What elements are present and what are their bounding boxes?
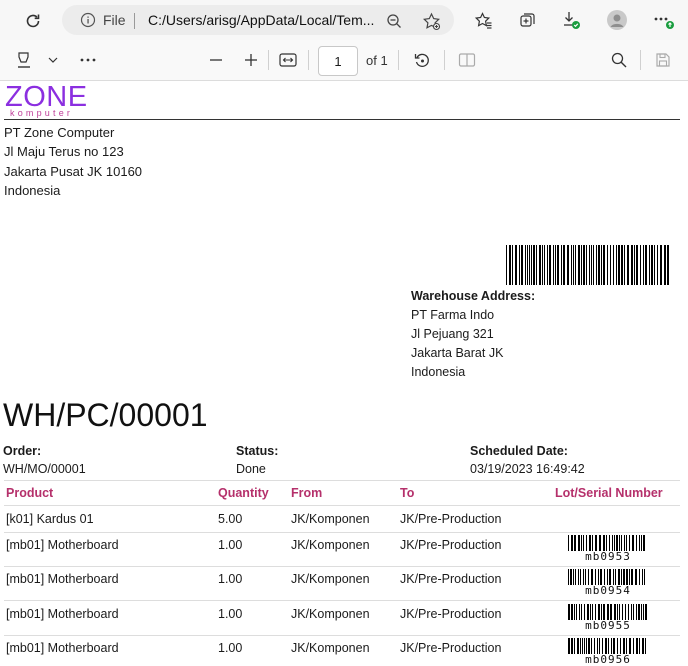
address-url[interactable]: C:/Users/arisg/AppData/Local/Tem... [148, 12, 374, 28]
zoom-out-icon[interactable] [384, 11, 404, 31]
row-from: JK/Komponen [291, 512, 370, 526]
row-from: JK/Komponen [291, 607, 370, 621]
row-to: JK/Pre-Production [400, 607, 502, 621]
row-product: [mb01] Motherboard [6, 572, 119, 586]
row-to: JK/Pre-Production [400, 572, 502, 586]
more-options-icon[interactable] [77, 52, 99, 68]
warehouse-address-line: PT Farma Indo [411, 308, 495, 322]
scheduled-date-value: 03/19/2023 16:49:42 [470, 462, 585, 476]
row-from: JK/Komponen [291, 538, 370, 552]
zoom-in-button-icon[interactable] [241, 50, 261, 70]
row-divider [4, 566, 680, 567]
address-bar[interactable]: File C:/Users/arisg/AppData/Local/Tem... [62, 5, 454, 35]
column-header-product: Product [6, 486, 54, 500]
settings-more-icon[interactable] [652, 9, 676, 31]
lot-serial-number: mb0954 [568, 585, 648, 596]
lot-serial-barcode: mb0956 [568, 638, 648, 665]
lot-serial-number: mb0956 [568, 654, 648, 665]
document-title: WH/PC/00001 [3, 397, 208, 433]
row-from: JK/Komponen [291, 641, 370, 655]
chevron-down-icon[interactable] [45, 52, 61, 68]
picking-barcode [506, 245, 669, 285]
row-quantity: 1.00 [218, 538, 243, 552]
page-number-input[interactable]: 1 [318, 46, 358, 76]
company-address-line: Jakarta Pusat JK 10160 [4, 163, 143, 179]
row-quantity: 1.00 [218, 607, 243, 621]
toolbar-divider [308, 50, 309, 70]
browser-bar: File C:/Users/arisg/AppData/Local/Tem... [0, 0, 688, 40]
warehouse-address-line: Jl Pejuang 321 [411, 327, 494, 341]
company-logo: ZONE komputer [5, 81, 88, 118]
lot-serial-barcode: mb0953 [568, 535, 648, 562]
save-icon[interactable] [652, 50, 674, 70]
column-header-quantity: Quantity [218, 486, 269, 500]
draw-icon[interactable] [14, 50, 34, 70]
rotate-icon[interactable] [411, 50, 433, 70]
header-divider [4, 119, 680, 120]
page-view-icon[interactable] [456, 50, 478, 70]
collections-icon[interactable] [516, 9, 538, 31]
company-address-line: Jl Maju Terus no 123 [4, 144, 124, 160]
row-to: JK/Pre-Production [400, 641, 502, 655]
row-product: [mb01] Motherboard [6, 607, 119, 621]
row-quantity: 1.00 [218, 641, 243, 655]
row-from: JK/Komponen [291, 572, 370, 586]
zoom-out-button-icon[interactable] [206, 50, 226, 70]
table-top-border [4, 480, 680, 481]
favorites-icon[interactable] [472, 9, 494, 31]
page-total: of 1 [366, 53, 388, 68]
warehouse-address-line: Jakarta Barat JK [411, 346, 504, 360]
fit-to-width-icon[interactable] [278, 50, 298, 70]
pdf-toolbar: 1 of 1 [0, 40, 688, 81]
status-label: Status: [236, 444, 279, 458]
scheduled-date-label: Scheduled Date: [470, 444, 568, 458]
row-product: [k01] Kardus 01 [6, 512, 94, 526]
company-address-line: PT Zone Computer [4, 125, 115, 140]
row-product: [mb01] Motherboard [6, 641, 119, 655]
row-product: [mb01] Motherboard [6, 538, 119, 552]
company-address: PT Zone Computer Jl Maju Terus no 123 Ja… [4, 123, 142, 200]
row-to: JK/Pre-Production [400, 512, 502, 526]
address-divider [134, 13, 135, 29]
row-divider [4, 532, 680, 533]
profile-avatar-icon[interactable] [606, 9, 628, 31]
toolbar-divider [444, 50, 445, 70]
downloads-icon[interactable] [560, 9, 582, 31]
lot-serial-number: mb0955 [568, 620, 648, 631]
pdf-page: ZONE komputer PT Zone Computer Jl Maju T… [0, 81, 688, 665]
column-header-from: From [291, 486, 323, 500]
lot-serial-barcode: mb0955 [568, 604, 648, 631]
refresh-icon[interactable] [22, 10, 44, 32]
order-label: Order: [3, 444, 42, 458]
warehouse-address: Warehouse Address: PT Farma Indo Jl Peju… [411, 287, 535, 382]
row-to: JK/Pre-Production [400, 538, 502, 552]
row-quantity: 1.00 [218, 572, 243, 586]
row-divider [4, 635, 680, 636]
table-header-border [4, 505, 680, 506]
warehouse-address-line: Indonesia [411, 365, 466, 379]
lot-serial-number: mb0953 [568, 551, 648, 562]
address-prefix: File [103, 12, 126, 28]
column-header-lot: Lot/Serial Number [555, 486, 663, 500]
info-icon[interactable] [80, 12, 96, 33]
toolbar-divider [398, 50, 399, 70]
row-quantity: 5.00 [218, 512, 243, 526]
search-icon[interactable] [608, 50, 630, 70]
order-value: WH/MO/00001 [3, 462, 86, 476]
add-favorite-icon[interactable] [420, 10, 442, 32]
row-divider [4, 600, 680, 601]
warehouse-address-label: Warehouse Address: [411, 289, 536, 303]
toolbar-divider [268, 50, 269, 70]
logo-sub-text: komputer [10, 108, 74, 118]
status-value: Done [236, 462, 266, 476]
column-header-to: To [400, 486, 415, 500]
company-address-line: Indonesia [4, 182, 61, 198]
lot-serial-barcode: mb0954 [568, 569, 648, 596]
toolbar-divider [640, 50, 641, 70]
